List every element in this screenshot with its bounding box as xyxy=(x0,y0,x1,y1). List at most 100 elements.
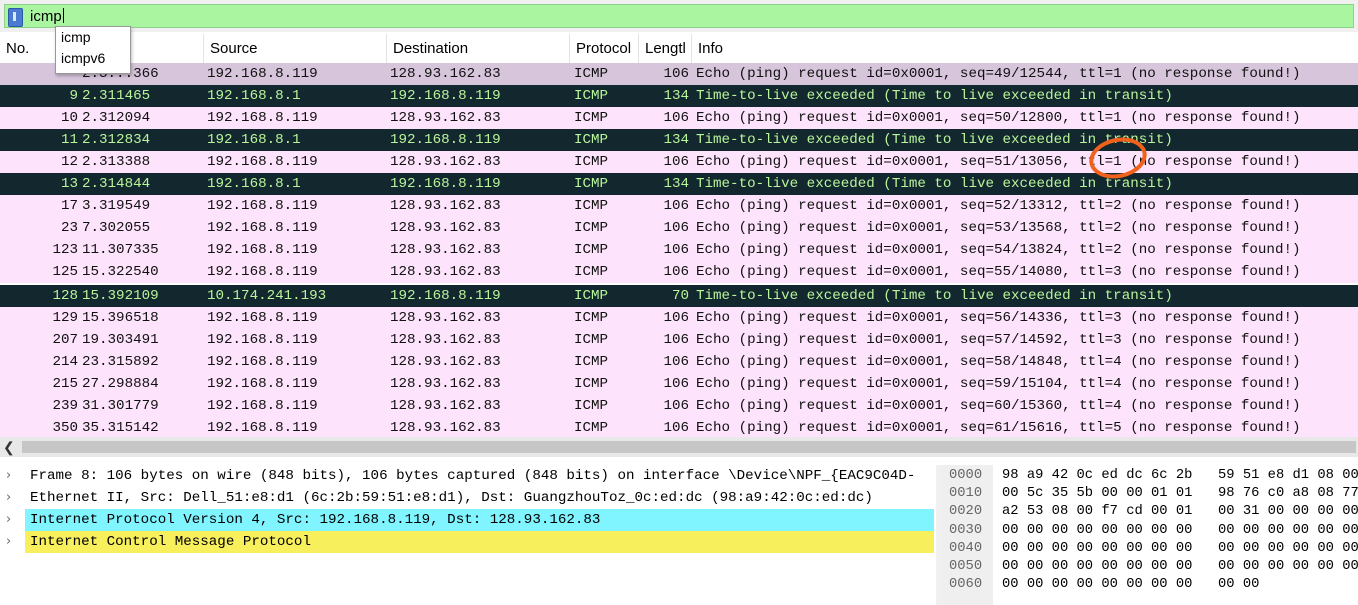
hex-bytes-left[interactable]: 00 00 00 00 00 00 00 00 xyxy=(1002,558,1192,576)
column-header-source[interactable]: Source xyxy=(204,34,387,63)
packet-info: Echo (ping) request id=0x0001, seq=59/15… xyxy=(696,376,1301,392)
hex-offset: 0010 xyxy=(949,486,983,502)
packet-info: Echo (ping) request id=0x0001, seq=52/13… xyxy=(696,198,1301,214)
detail-tree-item[interactable]: › Internet Control Message Protocol xyxy=(0,531,934,553)
packet-info: Echo (ping) request id=0x0001, seq=55/14… xyxy=(696,264,1301,280)
column-header-destination[interactable]: Destination xyxy=(387,34,570,63)
packet-protocol: ICMP xyxy=(574,176,609,192)
hex-bytes-right[interactable]: 98 76 c0 a8 08 77 xyxy=(1218,485,1358,503)
hex-bytes-right[interactable]: 00 00 00 00 00 00 xyxy=(1218,558,1358,576)
column-header-protocol[interactable]: Protocol xyxy=(570,34,639,63)
packet-number: 239 xyxy=(52,398,78,414)
packet-row[interactable]: 215 27.298884 192.168.8.119 128.93.162.83 IC… xyxy=(0,373,1358,395)
hex-offset: 0030 xyxy=(949,522,983,538)
hex-bytes-right[interactable]: 59 51 e8 d1 08 00 xyxy=(1218,467,1358,485)
packet-number: 9 xyxy=(69,88,78,104)
packet-time: 2.313388 xyxy=(82,154,151,170)
packet-row[interactable]: 239 31.301779 192.168.8.119 128.93.162.83 IC… xyxy=(0,395,1358,417)
packet-time: 3.319549 xyxy=(82,198,151,214)
packet-length: 106 xyxy=(663,154,689,170)
hex-bytes-left[interactable]: 00 5c 35 5b 00 00 01 01 xyxy=(1002,485,1192,503)
hex-bytes-right[interactable]: 00 31 00 00 00 00 xyxy=(1218,503,1358,521)
packet-length: 106 xyxy=(663,264,689,280)
packet-row[interactable]: 2.3...366 192.168.8.119 128.93.162.83 ICMP 1… xyxy=(0,63,1358,85)
packet-protocol: ICMP xyxy=(574,264,609,280)
packet-destination: 128.93.162.83 xyxy=(390,332,501,348)
hex-offset: 0020 xyxy=(949,504,983,520)
packet-row[interactable]: 207 19.303491 192.168.8.119 128.93.162.83 IC… xyxy=(0,329,1358,351)
scrollbar-thumb[interactable] xyxy=(22,441,1356,453)
packet-row[interactable]: 214 23.315892 192.168.8.119 128.93.162.83 IC… xyxy=(0,351,1358,373)
expand-chevron-icon[interactable]: › xyxy=(6,531,20,553)
display-filter-input[interactable]: icmp xyxy=(4,4,1354,28)
packet-protocol: ICMP xyxy=(574,354,609,370)
packet-row[interactable]: 17 3.319549 192.168.8.119 128.93.162.83 ICMP… xyxy=(0,195,1358,217)
autocomplete-item-icmpv6[interactable]: icmpv6 xyxy=(56,48,130,69)
packet-length: 106 xyxy=(663,398,689,414)
packet-row[interactable]: 128 15.392109 10.174.241.193 192.168.8.119 I… xyxy=(0,285,1358,307)
packet-list-horizontal-scrollbar[interactable]: ❮ xyxy=(0,437,1358,457)
hex-row: 0000 98 a9 42 0c ed dc 6c 2b 59 51 e8 d1 0… xyxy=(941,467,1358,485)
hex-bytes-right[interactable]: 00 00 00 00 00 00 xyxy=(1218,522,1358,540)
packet-row[interactable]: 13 2.314844 192.168.8.1 192.168.8.119 ICMP 13… xyxy=(0,173,1358,195)
hex-bytes-right[interactable]: 00 00 00 00 00 00 xyxy=(1218,540,1358,558)
packet-protocol: ICMP xyxy=(574,132,609,148)
hex-offset: 0000 xyxy=(949,468,983,483)
detail-tree-item[interactable]: › Ethernet II, Src: Dell_51:e8:d1 (6c:2b:… xyxy=(0,487,934,509)
packet-destination: 128.93.162.83 xyxy=(390,420,501,436)
packet-length: 106 xyxy=(663,66,689,82)
packet-row[interactable]: 23 7.302055 192.168.8.119 128.93.162.83 ICMP… xyxy=(0,217,1358,239)
packet-source: 192.168.8.1 xyxy=(207,132,301,148)
text-caret xyxy=(62,8,64,23)
packet-info: Echo (ping) request id=0x0001, seq=57/14… xyxy=(696,332,1301,348)
packet-length: 106 xyxy=(663,332,689,348)
filter-bookmark-icon[interactable] xyxy=(8,8,23,27)
hex-offset: 0060 xyxy=(949,577,983,593)
packet-source: 192.168.8.1 xyxy=(207,88,301,104)
packet-number: 12 xyxy=(60,154,78,170)
hex-bytes-left[interactable]: 00 00 00 00 00 00 00 00 xyxy=(1002,576,1192,594)
packet-info: Time-to-live exceeded (Time to live exce… xyxy=(696,288,1173,304)
packet-source: 192.168.8.119 xyxy=(207,398,318,414)
packet-number: 128 xyxy=(52,288,78,304)
expand-chevron-icon[interactable]: › xyxy=(6,465,20,487)
hex-bytes-left[interactable]: 00 00 00 00 00 00 00 00 xyxy=(1002,522,1192,540)
detail-tree-item[interactable]: › Frame 8: 106 bytes on wire (848 bits), … xyxy=(0,465,934,487)
packet-row[interactable]: 129 15.396518 192.168.8.119 128.93.162.83 IC… xyxy=(0,307,1358,329)
packet-number: 10 xyxy=(60,110,78,126)
packet-protocol: ICMP xyxy=(574,110,609,126)
packet-row[interactable]: 123 11.307335 192.168.8.119 128.93.162.83 IC… xyxy=(0,239,1358,261)
hex-row: 0040 00 00 00 00 00 00 00 00 00 00 00 00 0… xyxy=(941,540,1358,558)
packet-info: Echo (ping) request id=0x0001, seq=50/12… xyxy=(696,110,1301,126)
hex-bytes-left[interactable]: 98 a9 42 0c ed dc 6c 2b xyxy=(1002,467,1192,485)
packet-number: 350 xyxy=(52,420,78,436)
packet-row[interactable]: 12 2.313388 192.168.8.119 128.93.162.83 ICMP… xyxy=(0,151,1358,173)
packet-destination: 128.93.162.83 xyxy=(390,198,501,214)
hex-bytes-left[interactable]: 00 00 00 00 00 00 00 00 xyxy=(1002,540,1192,558)
expand-chevron-icon[interactable]: › xyxy=(6,487,20,509)
packet-row[interactable]: 11 2.312834 192.168.8.1 192.168.8.119 ICMP 13… xyxy=(0,129,1358,151)
column-header-info[interactable]: Info xyxy=(692,34,1358,63)
scroll-left-arrow-icon[interactable]: ❮ xyxy=(3,437,19,457)
packet-length: 106 xyxy=(663,198,689,214)
packet-row[interactable]: 350 35.315142 192.168.8.119 128.93.162.83 IC… xyxy=(0,417,1358,439)
packet-source: 192.168.8.119 xyxy=(207,354,318,370)
detail-tree-item[interactable]: › Internet Protocol Version 4, Src: 192.1… xyxy=(0,509,934,531)
column-header-length[interactable]: Lengtl xyxy=(639,34,692,63)
packet-row[interactable]: 10 2.312094 192.168.8.119 128.93.162.83 ICMP… xyxy=(0,107,1358,129)
autocomplete-item-icmp[interactable]: icmp xyxy=(56,27,130,48)
packet-source: 10.174.241.193 xyxy=(207,288,327,304)
packet-row[interactable]: 9 2.311465 192.168.8.1 192.168.8.119 ICMP 134… xyxy=(0,85,1358,107)
packet-time: 2.314844 xyxy=(82,176,151,192)
packet-length: 106 xyxy=(663,420,689,436)
packet-row[interactable]: 125 15.322540 192.168.8.119 128.93.162.83 IC… xyxy=(0,261,1358,283)
packet-destination: 128.93.162.83 xyxy=(390,110,501,126)
hex-bytes-right[interactable]: 00 00 xyxy=(1218,576,1259,594)
packet-source: 192.168.8.119 xyxy=(207,420,318,436)
packet-bytes-pane: 0000 98 a9 42 0c ed dc 6c 2b 59 51 e8 d1 0… xyxy=(941,465,1358,605)
detail-tree-label: Internet Control Message Protocol xyxy=(25,531,934,553)
packet-source: 192.168.8.119 xyxy=(207,332,318,348)
hex-row: 0050 00 00 00 00 00 00 00 00 00 00 00 00 0… xyxy=(941,558,1358,576)
expand-chevron-icon[interactable]: › xyxy=(6,509,20,531)
hex-bytes-left[interactable]: a2 53 08 00 f7 cd 00 01 xyxy=(1002,503,1192,521)
